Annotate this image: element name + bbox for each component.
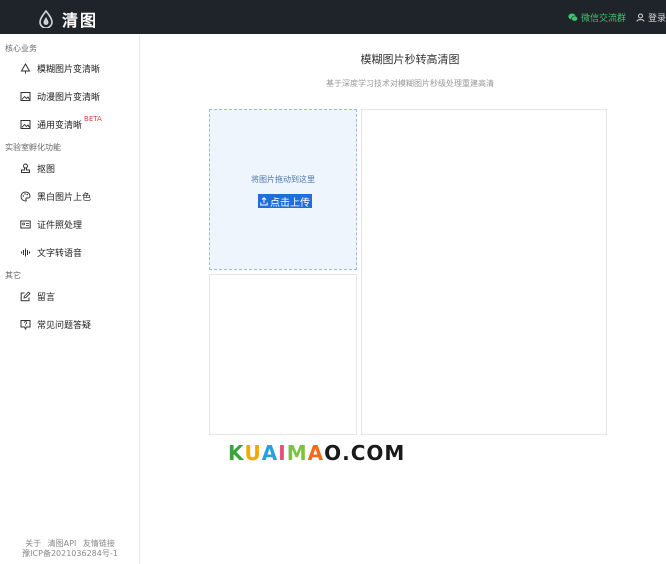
sidebar-item-label: 通用变清晰 — [37, 120, 83, 131]
id-card-icon — [20, 220, 31, 228]
page-title: 模糊图片秒转高清图 — [360, 53, 460, 66]
sidebar-item-cutout[interactable]: 抠图 — [20, 159, 55, 177]
sidebar-item-anime-to-clear[interactable]: 动漫图片变清晰 — [20, 87, 100, 105]
sidebar-item-colorize[interactable]: 黑白图片上色 — [20, 187, 91, 205]
footer-link-api[interactable]: 清图API — [48, 539, 77, 548]
top-bar: 清图 微信交流群 登录 — [0, 0, 666, 34]
sidebar-item-text-to-speech[interactable]: 文字转语音 — [20, 243, 82, 261]
beta-badge: BETA — [84, 115, 102, 123]
tree-icon — [20, 62, 31, 73]
image-icon — [20, 91, 31, 101]
sidebar-item-label: 抠图 — [37, 164, 56, 175]
wechat-icon — [568, 13, 578, 22]
wechat-group-link[interactable]: 微信交流群 — [568, 11, 626, 24]
sidebar-item-label: 文字转语音 — [37, 248, 83, 259]
palette-icon — [20, 190, 31, 202]
result-preview-panel — [361, 109, 607, 435]
user-icon — [636, 13, 645, 22]
app-name: 清图 — [62, 11, 99, 30]
icp-number[interactable]: 豫ICP备2021036284号-1 — [0, 549, 140, 559]
sidebar: 核心业务 模糊图片变清晰 动漫图片变清晰 通用变清晰 BETA 实验室孵化功能 … — [0, 34, 140, 564]
edit-icon — [20, 290, 31, 301]
original-preview-panel — [209, 274, 357, 435]
upload-label: 点击上传 — [270, 197, 310, 209]
sidebar-item-faq[interactable]: 常见问题答疑 — [20, 315, 91, 333]
sidebar-item-label: 常见问题答疑 — [37, 320, 92, 331]
sidebar-item-label: 黑白图片上色 — [37, 192, 92, 203]
group-title-core: 核心业务 — [5, 44, 37, 53]
upload-icon — [260, 196, 268, 205]
sidebar-item-general-to-clear[interactable]: 通用变清晰 BETA — [20, 115, 102, 133]
group-title-other: 其它 — [5, 271, 21, 280]
footer-link-about[interactable]: 关于 — [25, 539, 41, 548]
logo[interactable]: 清图 — [38, 7, 98, 31]
help-icon — [20, 319, 31, 330]
sidebar-item-label: 留言 — [37, 292, 56, 303]
login-label: 登录 — [647, 14, 666, 24]
footer-link-friends[interactable]: 友情链接 — [83, 539, 115, 548]
stamp-icon — [21, 163, 30, 173]
watermark-text: KUAIMAO.COM — [228, 441, 406, 465]
water-drop-icon — [39, 10, 53, 28]
sidebar-footer: 关于 清图API 友情链接 豫ICP备2021036284号-1 — [0, 539, 140, 559]
sidebar-item-message[interactable]: 留言 — [20, 287, 55, 305]
sidebar-item-label: 证件照处理 — [37, 220, 83, 231]
login-link[interactable]: 登录 — [636, 11, 666, 24]
sidebar-item-label: 动漫图片变清晰 — [37, 92, 101, 103]
audio-wave-icon — [21, 248, 30, 256]
upload-button[interactable]: 点击上传 — [258, 194, 312, 209]
sidebar-item-blur-to-clear[interactable]: 模糊图片变清晰 — [20, 59, 100, 77]
page-subtitle: 基于深度学习技术对模糊图片秒级处理重建高清 — [326, 79, 494, 88]
upload-dropzone[interactable]: 将图片拖动到这里 点击上传 — [209, 109, 357, 270]
sidebar-item-id-photo[interactable]: 证件照处理 — [20, 215, 82, 233]
wechat-label: 微信交流群 — [580, 14, 626, 24]
image-icon — [20, 119, 31, 129]
sidebar-item-label: 模糊图片变清晰 — [37, 64, 101, 75]
group-title-lab: 实验室孵化功能 — [5, 143, 61, 152]
dropzone-hint: 将图片拖动到这里 — [251, 175, 315, 184]
watermark: KUAIMAO.COM — [228, 441, 405, 465]
